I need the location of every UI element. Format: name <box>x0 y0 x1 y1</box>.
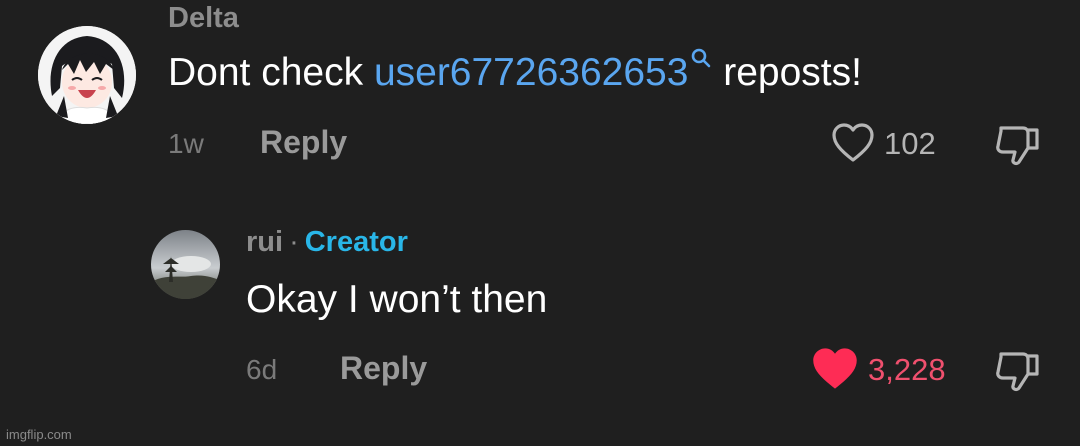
comment-text-suffix: reposts! <box>712 51 862 94</box>
user-mention-link[interactable]: user67726362653 <box>374 48 712 94</box>
watermark: imgflip.com <box>6 427 72 442</box>
anime-avatar-image <box>38 26 136 124</box>
landscape-avatar-image <box>151 230 220 299</box>
comment-body: Dont check user67726362653 reposts! <box>168 48 862 94</box>
heart-filled-icon <box>813 348 857 389</box>
like-count: 102 <box>884 125 936 161</box>
reply-username[interactable]: rui <box>246 226 283 258</box>
reply-username-row: rui · Creator <box>246 228 408 257</box>
reply-body: Okay I won’t then <box>246 278 548 321</box>
comment-thread: Delta Dont check user67726362653 reposts… <box>0 0 1080 446</box>
like-count: 3,228 <box>868 351 946 387</box>
thumbs-down-icon[interactable] <box>993 122 1043 168</box>
comment-age: 1w <box>168 128 204 159</box>
like-button[interactable]: 102 <box>830 121 936 165</box>
reply-button[interactable]: Reply <box>340 352 427 384</box>
avatar-rui[interactable] <box>151 230 220 299</box>
avatar-delta[interactable] <box>38 26 136 124</box>
creator-badge: Creator <box>304 226 408 258</box>
like-button-liked[interactable]: 3,228 <box>810 347 946 391</box>
search-icon <box>692 48 711 68</box>
separator-dot: · <box>289 226 299 258</box>
thumbs-down-icon[interactable] <box>993 348 1043 394</box>
reply-button[interactable]: Reply <box>260 126 347 158</box>
heart-outline-icon <box>832 123 874 162</box>
comment-username[interactable]: Delta <box>168 4 239 33</box>
comment-text-prefix: Dont check <box>168 51 374 94</box>
reply-age: 6d <box>246 354 278 385</box>
